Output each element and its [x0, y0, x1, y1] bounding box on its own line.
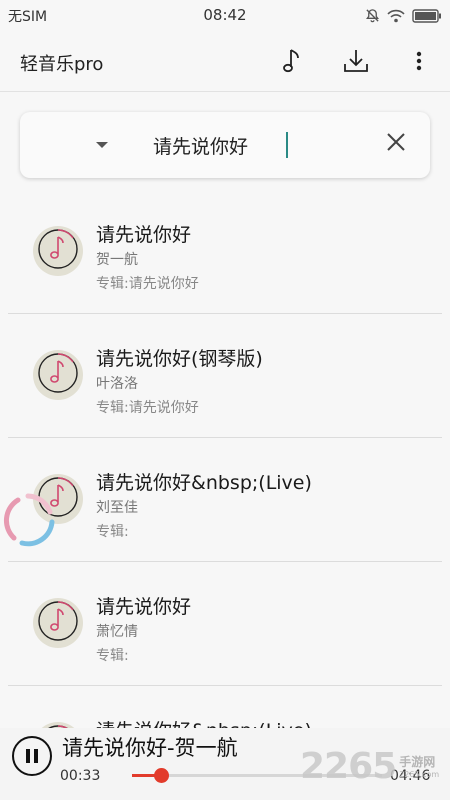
source-dropdown-arrow-icon[interactable] [96, 142, 108, 148]
download-icon [343, 48, 369, 78]
song-cover [33, 350, 83, 400]
watermark-url: 2265.com [399, 770, 440, 779]
pause-icon-bar [34, 749, 38, 763]
song-album: 专辑: [96, 524, 129, 540]
song-list-item[interactable]: 请先说你好 萧忆情 专辑: [0, 562, 450, 686]
song-cover [33, 598, 83, 648]
mute-bell-icon [365, 8, 380, 27]
song-title: 请先说你好 [96, 596, 192, 618]
song-title: 请先说你好&nbsp;(Live) [96, 472, 312, 494]
song-artist: 刘至佳 [96, 500, 138, 516]
clear-search-button[interactable] [382, 130, 410, 158]
song-album: 专辑:请先说你好 [96, 400, 199, 416]
watermark-number: 2265 [300, 745, 397, 787]
song-artist: 贺一航 [96, 252, 138, 268]
status-bar: 无SIM 08:42 [0, 0, 450, 32]
app-bar: 轻音乐pro [0, 32, 450, 92]
more-vert-icon [416, 51, 422, 75]
wifi-icon [387, 8, 405, 27]
text-cursor [286, 132, 288, 158]
song-list-item[interactable]: 请先说你好 贺一航 专辑:请先说你好 [0, 190, 450, 314]
song-title: 请先说你好 [96, 224, 192, 246]
music-disc-icon [36, 599, 80, 647]
current-time: 00:33 [60, 768, 101, 784]
search-input[interactable] [153, 130, 373, 160]
pause-icon [26, 749, 30, 763]
song-title: 请先说你好(钢琴版) [96, 348, 263, 370]
app-title: 轻音乐pro [20, 54, 104, 75]
song-artist: 萧忆情 [96, 624, 138, 640]
song-cover [33, 226, 83, 276]
watermark-brand: 手游网 [399, 755, 436, 769]
loading-spinner-icon [0, 492, 56, 548]
song-list-item[interactable]: 请先说你好(钢琴版) 叶洛洛 专辑:请先说你好 [0, 314, 450, 438]
song-artist: 叶洛洛 [96, 376, 138, 392]
watermark-text: 手游网 2265.com [399, 753, 439, 779]
music-note-icon [282, 47, 304, 79]
music-note-button[interactable] [278, 48, 308, 78]
music-disc-icon [36, 351, 80, 399]
song-album: 专辑: [96, 648, 129, 664]
pause-button[interactable] [12, 736, 52, 776]
progress-thumb[interactable] [153, 768, 169, 783]
close-icon [386, 132, 406, 156]
battery-icon [412, 8, 442, 27]
music-disc-icon [36, 227, 80, 275]
more-options-button[interactable] [404, 48, 434, 78]
status-icons [365, 8, 442, 27]
search-box [20, 112, 430, 178]
song-album: 专辑:请先说你好 [96, 276, 199, 292]
now-playing-title: 请先说你好-贺一航 [62, 736, 238, 760]
song-list-item[interactable]: 请先说你好&nbsp;(Live) 刘至佳 专辑: [0, 438, 450, 562]
download-button[interactable] [341, 48, 371, 78]
watermark-logo: 2265 手游网 2265.com [300, 744, 439, 788]
